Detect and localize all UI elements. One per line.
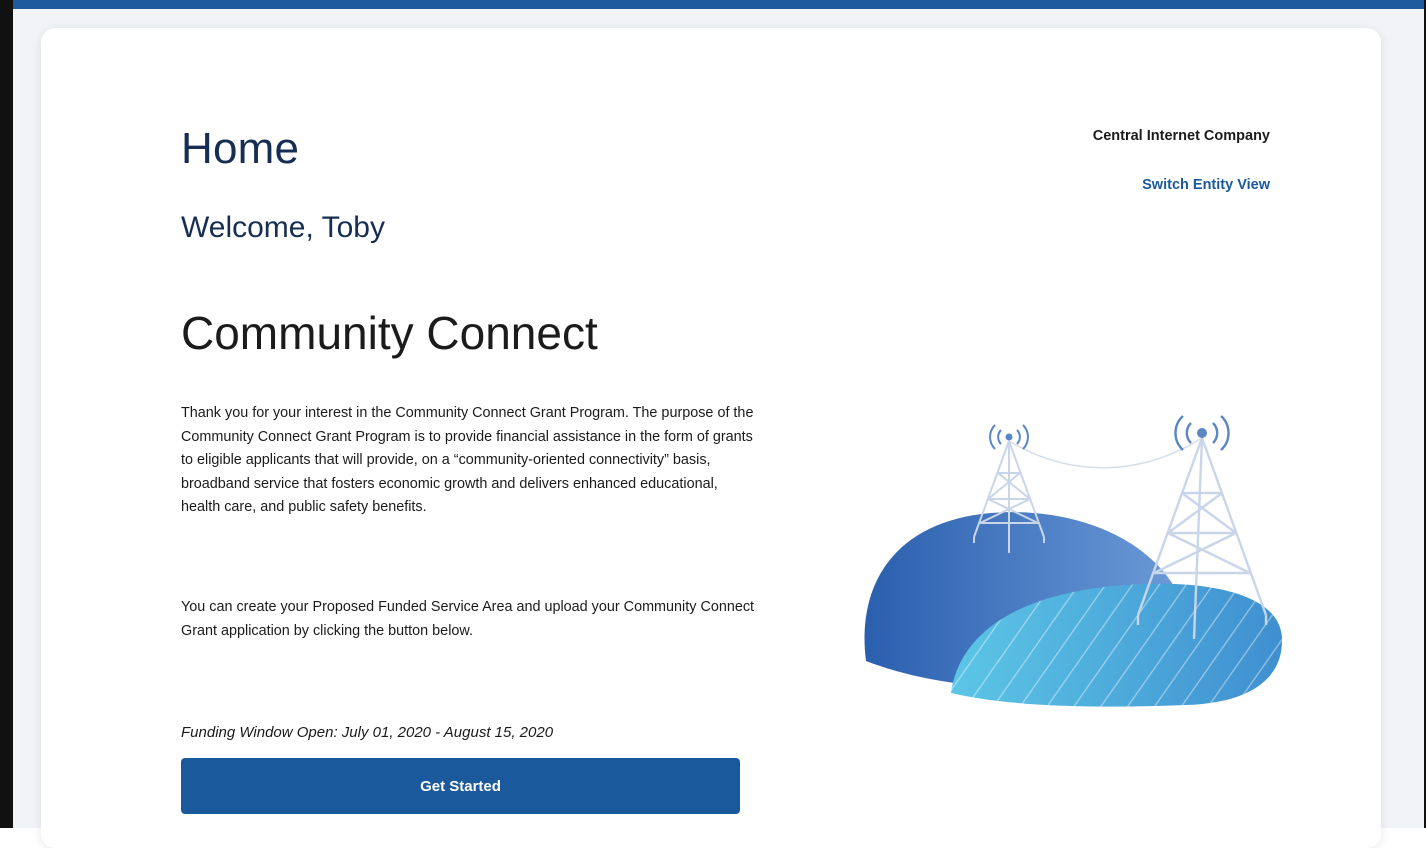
page-background: Home Welcome, Toby Central Internet Comp… (13, 9, 1424, 848)
page-title: Home (181, 124, 300, 173)
home-card: Home Welcome, Toby Central Internet Comp… (41, 28, 1381, 848)
program-description: Thank you for your interest in the Commu… (181, 405, 754, 515)
get-started-button[interactable]: Get Started (181, 758, 740, 814)
entity-name: Central Internet Company (1092, 128, 1270, 144)
top-accent-bar (0, 0, 1426, 9)
program-instructions: You can create your Proposed Funded Serv… (181, 599, 755, 639)
switch-entity-view-link[interactable]: Switch Entity View (1142, 177, 1270, 193)
program-title: Community Connect (181, 307, 598, 359)
browser-frame: Home Welcome, Toby Central Internet Comp… (0, 0, 1426, 848)
window-border-left (0, 0, 13, 828)
cable-line (1008, 437, 1203, 469)
broadband-towers-illustration (864, 415, 1283, 707)
funding-window: Funding Window Open: July 01, 2020 - Aug… (181, 724, 554, 741)
welcome-message: Welcome, Toby (181, 211, 385, 244)
